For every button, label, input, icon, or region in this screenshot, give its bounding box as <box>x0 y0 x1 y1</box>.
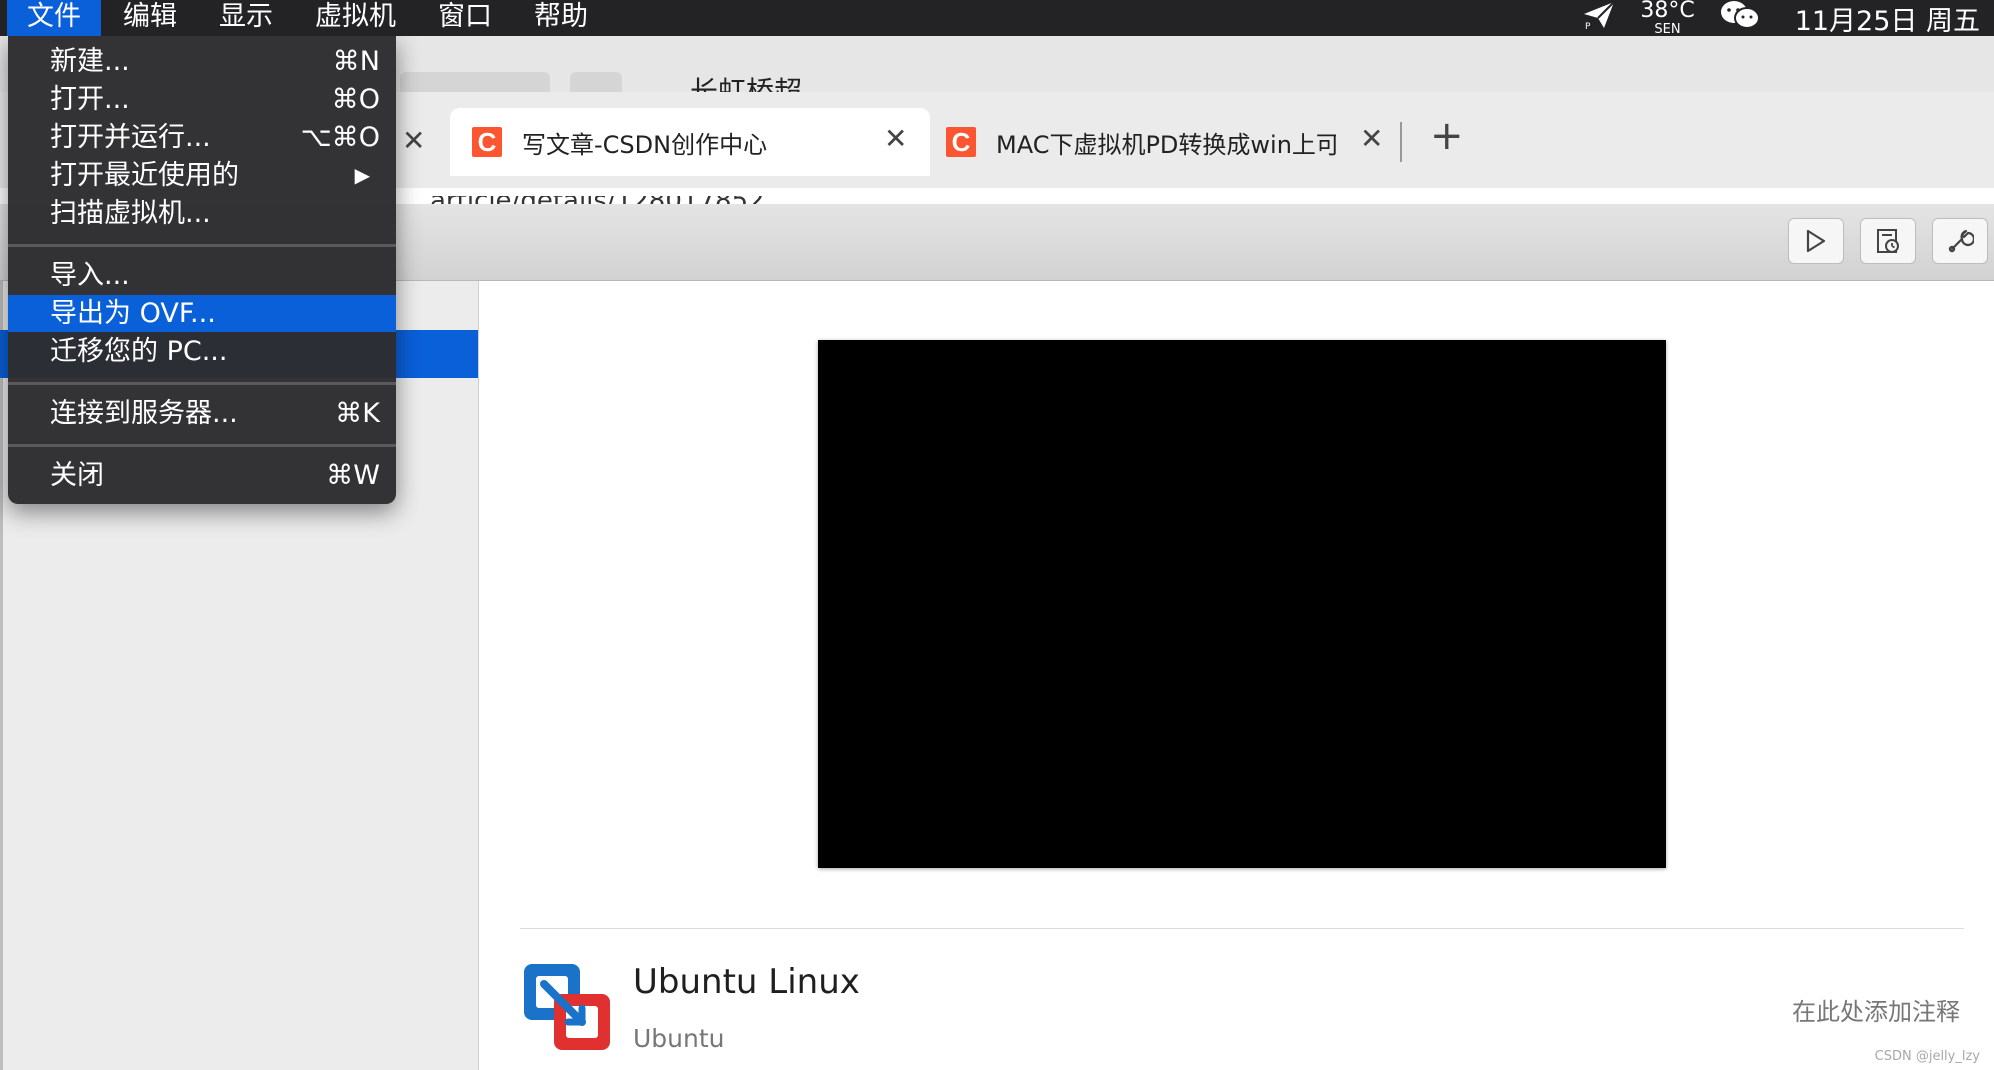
menubar: 文件 编辑 显示 虚拟机 窗口 帮助 P 38°C SEN 11月25日 周五 <box>0 0 1994 38</box>
shortcut-label: ⌘N <box>332 46 380 77</box>
menu-separator <box>8 244 396 247</box>
weather-widget[interactable]: 38°C SEN <box>1640 0 1694 36</box>
snapshot-button[interactable] <box>1860 218 1916 264</box>
browser-tab-mac-pd[interactable]: C MAC下虚拟机PD转换成win上可 ✕ <box>944 108 1384 176</box>
tab-divider <box>1400 122 1402 162</box>
menu-help[interactable]: 帮助 <box>514 0 608 36</box>
tab-close-icon[interactable]: ✕ <box>884 122 907 155</box>
vm-os-label: Ubuntu <box>633 1024 725 1053</box>
paper-plane-icon[interactable]: P <box>1582 0 1616 37</box>
tab-title: 写文章-CSDN创作中心 <box>522 130 768 159</box>
vm-name: Ubuntu Linux <box>633 962 860 1002</box>
watermark: CSDN @jelly_lzy <box>1874 1049 1980 1064</box>
new-tab-plus-icon[interactable]: + <box>1430 116 1464 156</box>
csdn-logo-icon: C <box>472 127 502 157</box>
sidebar-edge <box>0 281 3 1070</box>
tab-close-icon[interactable]: ✕ <box>1360 122 1383 155</box>
submenu-arrow-icon: ▶ <box>354 163 370 187</box>
menu-view[interactable]: 显示 <box>199 0 293 36</box>
settings-button[interactable] <box>1932 218 1988 264</box>
shortcut-label: ⌥⌘O <box>300 122 380 153</box>
menu-item-open[interactable]: 打开... ⌘O <box>8 81 396 118</box>
browser-hidden-tab[interactable] <box>400 72 550 92</box>
menubar-status-area: P 38°C SEN 11月25日 周五 <box>1568 0 1986 38</box>
menu-edit[interactable]: 编辑 <box>103 0 197 36</box>
screen: 长虹桥超 ✕ C 写文章-CSDN创作中心 ✕ C MAC下虚拟机PD转换成wi… <box>0 0 1994 1070</box>
csdn-logo-icon: C <box>946 127 976 157</box>
browser-tab-csdn-editor[interactable]: C 写文章-CSDN创作中心 ✕ <box>450 108 930 176</box>
shortcut-label: ⌘K <box>335 398 380 429</box>
menu-file[interactable]: 文件 <box>7 0 101 36</box>
file-menu-dropdown: 新建... ⌘N 打开... ⌘O 打开并运行... ⌥⌘O 打开最近使用的 ▶… <box>8 36 396 504</box>
menu-item-migrate-pc[interactable]: 迁移您的 PC... <box>8 333 396 370</box>
menu-item-export-ovf[interactable]: 导出为 OVF... <box>8 295 396 332</box>
browser-hidden-title: 长虹桥超 <box>690 75 803 92</box>
svg-text:P: P <box>1585 22 1591 30</box>
menu-window[interactable]: 窗口 <box>418 0 512 36</box>
menu-separator <box>8 444 396 447</box>
snapshot-icon <box>1877 229 1899 253</box>
menu-vm[interactable]: 虚拟机 <box>295 0 416 36</box>
menu-item-connect-server[interactable]: 连接到服务器... ⌘K <box>8 395 396 432</box>
wrench-icon <box>1948 229 1974 253</box>
weather-location: SEN <box>1654 22 1681 37</box>
menu-item-open-recent[interactable]: 打开最近使用的 ▶ <box>8 157 396 194</box>
detail-divider <box>520 928 1964 929</box>
menu-item-new[interactable]: 新建... ⌘N <box>8 43 396 80</box>
vmware-fusion-logo-icon <box>524 964 610 1050</box>
menu-item-close[interactable]: 关闭 ⌘W <box>8 457 396 494</box>
tab-close-icon[interactable]: ✕ <box>402 124 425 157</box>
play-icon <box>1806 229 1826 253</box>
tab-title: MAC下虚拟机PD转换成win上可 <box>996 130 1336 159</box>
menu-item-scan-vms[interactable]: 扫描虚拟机... <box>8 195 396 232</box>
start-vm-button[interactable] <box>1788 218 1844 264</box>
shortcut-label: ⌘W <box>326 460 380 491</box>
vm-preview-screen[interactable] <box>818 340 1666 868</box>
menubar-clock[interactable]: 11月25日 周五 <box>1795 0 1980 38</box>
menu-item-import[interactable]: 导入... <box>8 257 396 294</box>
menu-separator <box>8 382 396 385</box>
wechat-icon[interactable] <box>1719 0 1761 38</box>
address-bar-text[interactable]: article/details/128017852 <box>430 196 765 204</box>
shortcut-label: ⌘O <box>331 84 380 115</box>
browser-hidden-new-tab[interactable] <box>570 72 622 92</box>
menu-item-open-and-run[interactable]: 打开并运行... ⌥⌘O <box>8 119 396 156</box>
add-notes-field[interactable]: 在此处添加注释 <box>1792 992 1960 1027</box>
weather-temperature: 38°C <box>1640 0 1695 23</box>
